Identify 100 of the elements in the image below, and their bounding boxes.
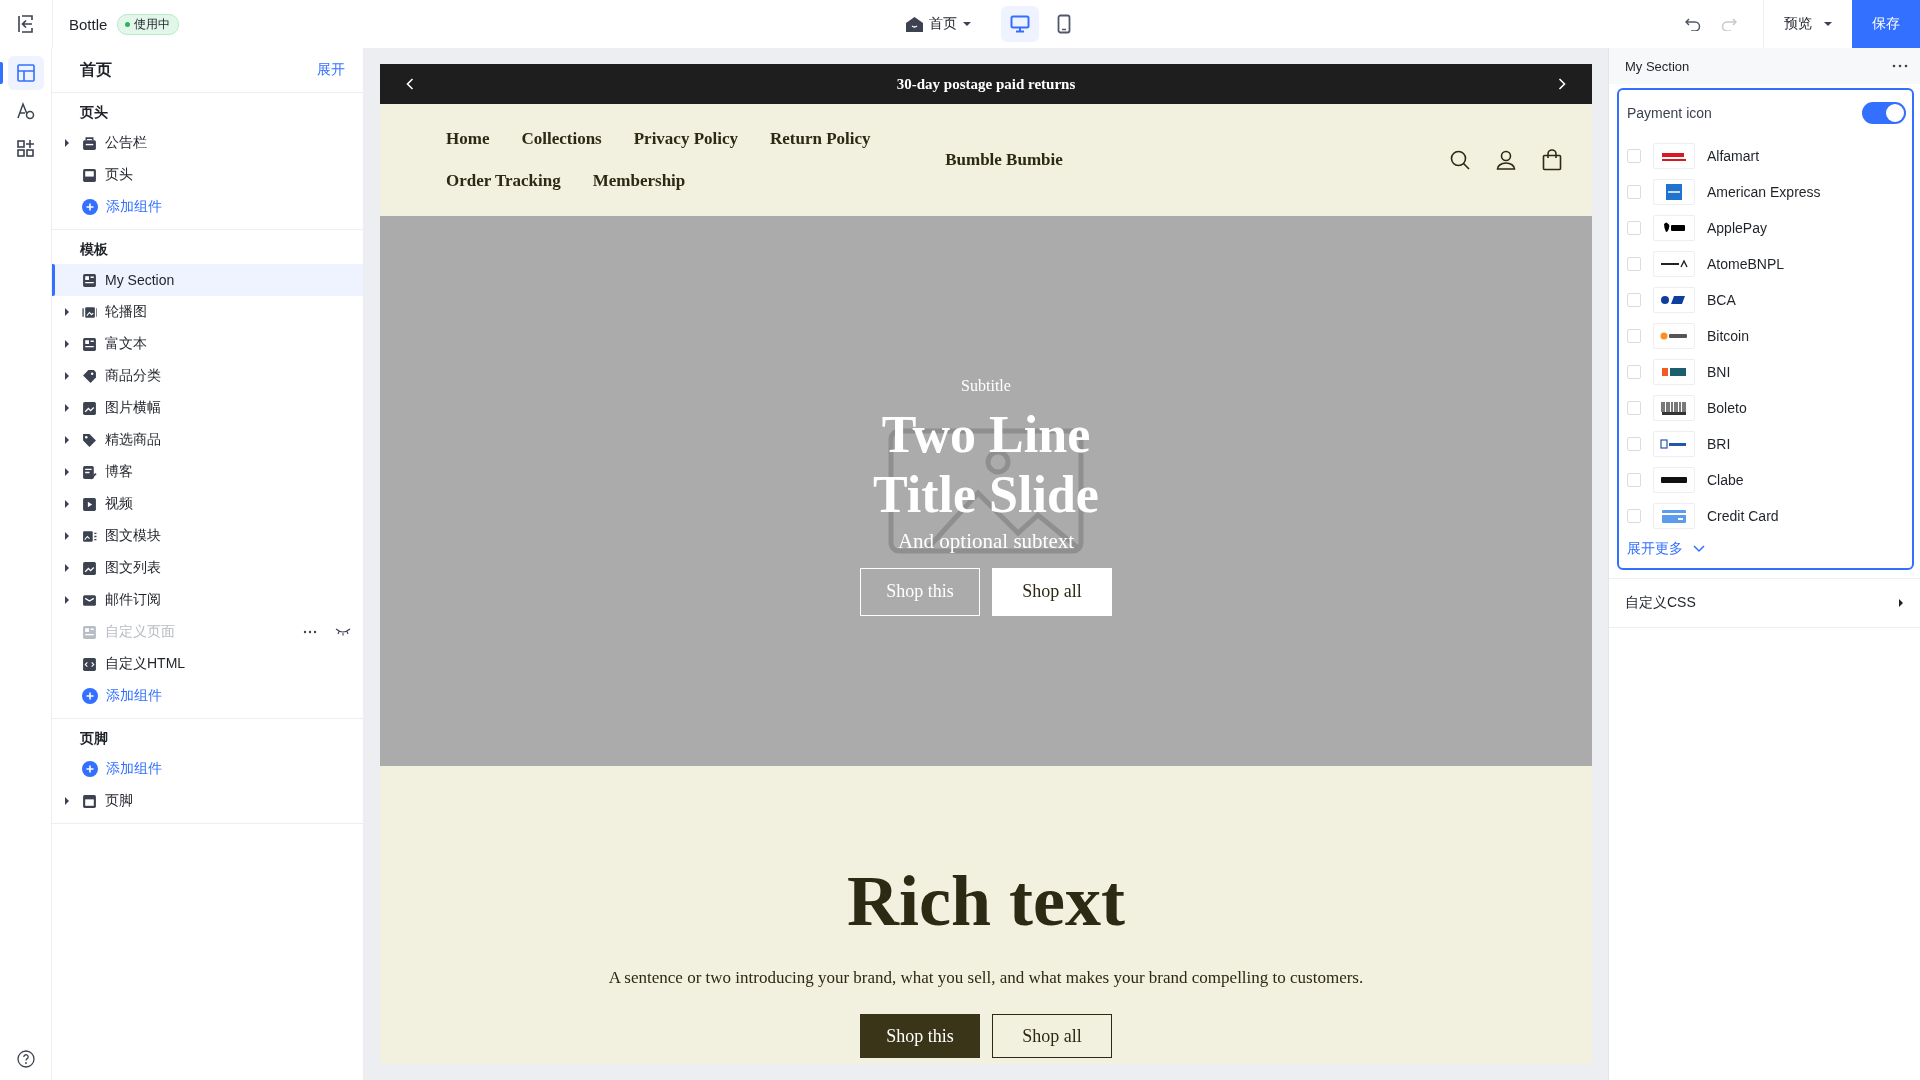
section-item[interactable]: My Section xyxy=(52,264,363,296)
payment-method-name: AtomeBNPL xyxy=(1707,256,1785,272)
expand-caret-icon[interactable] xyxy=(64,404,70,412)
more-icon[interactable] xyxy=(1892,64,1908,68)
expand-caret-icon[interactable] xyxy=(64,468,70,476)
nav-link[interactable]: Collections xyxy=(521,129,602,149)
payment-method-name: Credit Card xyxy=(1707,508,1779,524)
section-item[interactable]: 博客 xyxy=(52,456,363,488)
section-type-icon xyxy=(82,656,97,672)
section-item[interactable]: 富文本 xyxy=(52,328,363,360)
section-name: 富文本 xyxy=(105,335,147,353)
payment-method-name: Alfamart xyxy=(1707,148,1760,164)
caret-icon xyxy=(963,21,971,27)
section-type-icon xyxy=(82,400,97,416)
add-component-button[interactable]: 添加组件 xyxy=(82,198,162,216)
checkbox[interactable] xyxy=(1627,437,1641,451)
hero-subtitle: Subtitle xyxy=(961,376,1011,395)
add-component-button[interactable]: 添加组件 xyxy=(82,760,162,778)
chevron-down-icon xyxy=(1693,545,1705,553)
section-item[interactable]: 商品分类 xyxy=(52,360,363,392)
store-name[interactable]: Bumble Bumbie xyxy=(945,150,1063,170)
section-name: 博客 xyxy=(105,463,133,481)
section-name: 页头 xyxy=(105,166,133,184)
checkbox[interactable] xyxy=(1627,221,1641,235)
checkbox[interactable] xyxy=(1627,365,1641,379)
bag-icon[interactable] xyxy=(1542,149,1562,171)
checkbox[interactable] xyxy=(1627,329,1641,343)
custom-css-row[interactable]: 自定义CSS xyxy=(1609,578,1920,628)
expand-caret-icon[interactable] xyxy=(64,308,70,316)
expand-caret-icon[interactable] xyxy=(64,436,70,444)
payment-method-name: BCA xyxy=(1707,292,1736,308)
shop-button[interactable]: Shop all xyxy=(992,567,1112,616)
rich-text-title: Rich text xyxy=(847,860,1125,943)
add-component-button[interactable]: 添加组件 xyxy=(82,687,162,705)
section-name: 自定义HTML xyxy=(105,655,186,673)
checkbox[interactable] xyxy=(1627,257,1641,271)
section-item[interactable]: 页头 xyxy=(52,159,363,191)
nav-link[interactable]: Home xyxy=(446,129,490,149)
section-item[interactable]: 图文模块 xyxy=(52,520,363,552)
section-item[interactable]: 图文列表 xyxy=(52,552,363,584)
exit-icon[interactable] xyxy=(17,15,35,33)
expand-caret-icon[interactable] xyxy=(64,340,70,348)
rich-text-body: A sentence or two introducing your brand, what you sell, and what makes your brand compelling to customers. xyxy=(608,968,1364,988)
expand-caret-icon[interactable] xyxy=(1898,599,1904,607)
section-type-icon xyxy=(82,624,97,640)
section-item[interactable]: 页脚 xyxy=(52,785,363,817)
section-item[interactable]: 自定义HTML xyxy=(52,648,363,680)
section-item[interactable]: 公告栏 xyxy=(52,127,363,159)
expand-caret-icon[interactable] xyxy=(64,797,70,805)
shop-button[interactable]: Shop all xyxy=(992,1014,1112,1058)
custom-css-label: 自定义CSS xyxy=(1625,594,1696,612)
panel-title: My Section xyxy=(1625,58,1690,74)
selection-indicator xyxy=(0,62,3,84)
nav-link[interactable]: Return Policy xyxy=(770,129,871,149)
expand-caret-icon[interactable] xyxy=(64,372,70,380)
hero-title: Two Line Title Slide xyxy=(872,404,1100,525)
desktop-view-button[interactable] xyxy=(1001,6,1039,42)
expand-caret-icon[interactable] xyxy=(64,596,70,604)
section-type-icon xyxy=(82,464,97,480)
shop-button[interactable]: Shop this xyxy=(860,1014,980,1058)
expand-caret-icon[interactable] xyxy=(64,500,70,508)
nav-link[interactable]: Privacy Policy xyxy=(633,129,739,149)
section-type-icon xyxy=(82,368,97,384)
undo-icon xyxy=(1685,17,1701,31)
show-more-link[interactable]: 展开更多 xyxy=(1627,540,1705,558)
section-name: 商品分类 xyxy=(105,367,161,385)
nav-link[interactable]: Order Tracking xyxy=(446,171,561,191)
expand-caret-icon[interactable] xyxy=(64,532,70,540)
payment-method-name: ApplePay xyxy=(1707,220,1767,236)
search-icon[interactable] xyxy=(1450,150,1470,170)
section-name: 公告栏 xyxy=(105,134,147,152)
section-type-icon xyxy=(82,528,97,544)
section-item[interactable]: 轮播图 xyxy=(52,296,363,328)
section-name: My Section xyxy=(105,272,175,288)
checkbox[interactable] xyxy=(1627,293,1641,307)
toggle-switch[interactable] xyxy=(1862,102,1906,124)
help-icon[interactable] xyxy=(16,1050,35,1068)
section-item[interactable]: 图片横幅 xyxy=(52,392,363,424)
section-type-icon xyxy=(82,793,97,809)
account-icon[interactable] xyxy=(1496,150,1516,170)
checkbox[interactable] xyxy=(1627,185,1641,199)
nav-link[interactable]: Membership xyxy=(592,171,686,191)
save-button[interactable]: 保存 xyxy=(1852,0,1920,48)
section-name: 图文列表 xyxy=(105,559,161,577)
checkbox[interactable] xyxy=(1627,509,1641,523)
expand-caret-icon[interactable] xyxy=(64,139,70,147)
plus-icon xyxy=(82,199,98,215)
page-selector[interactable]: 首页 xyxy=(900,15,977,33)
checkbox[interactable] xyxy=(1627,149,1641,163)
expand-caret-icon[interactable] xyxy=(64,564,70,572)
expand-link[interactable]: 展开 xyxy=(311,60,351,80)
plus-icon xyxy=(82,761,98,777)
checkbox[interactable] xyxy=(1627,401,1641,415)
section-type-icon xyxy=(82,560,97,576)
section-item[interactable]: 视频 xyxy=(52,488,363,520)
section-item[interactable]: 邮件订阅 xyxy=(52,584,363,616)
payment-method-name: BNI xyxy=(1707,364,1731,380)
checkbox[interactable] xyxy=(1627,473,1641,487)
section-item[interactable]: 精选商品 xyxy=(52,424,363,456)
section-name: 图片横幅 xyxy=(105,399,161,417)
